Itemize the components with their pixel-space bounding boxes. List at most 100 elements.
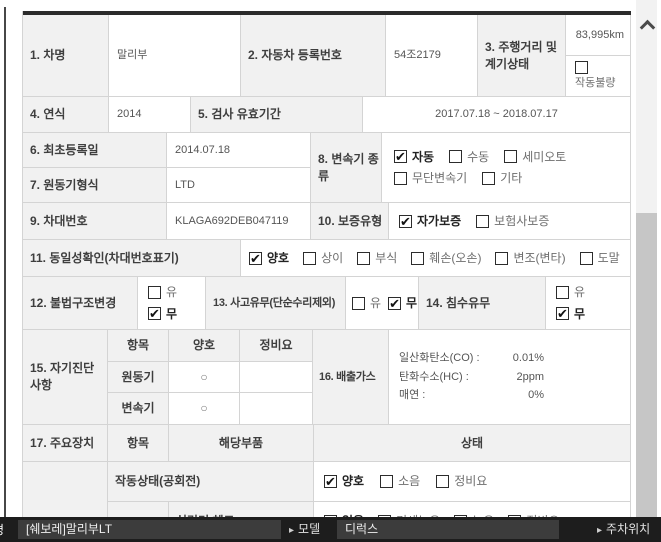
- checkbox-option[interactable]: ✔무: [148, 306, 177, 322]
- model-label[interactable]: ▸모델: [289, 520, 320, 539]
- self-diag-row-engine: 원동기: [108, 362, 169, 393]
- checkbox-unchecked-icon[interactable]: [380, 475, 393, 488]
- field-value-car-name: 말리부: [109, 15, 241, 97]
- checkbox-option[interactable]: 도말: [580, 250, 620, 266]
- parking-location-label[interactable]: ▸주차위치: [597, 520, 650, 539]
- field-label-vin: 9. 차대번호: [23, 203, 167, 240]
- checkbox-checked-icon[interactable]: ✔: [399, 215, 412, 228]
- checkbox-unchecked-icon[interactable]: [357, 252, 370, 265]
- checkbox-unchecked-icon[interactable]: [495, 252, 508, 265]
- checkbox-unchecked-icon[interactable]: [476, 215, 489, 228]
- transmission-options: ✔ 자동 수동 세미오토 무단변속기 기타: [382, 133, 631, 203]
- triangle-right-icon: ▸: [289, 525, 294, 536]
- checkbox-option[interactable]: 변조(변타): [495, 250, 565, 266]
- field-label-inspection-period: 5. 검사 유효기간: [191, 97, 363, 133]
- checkbox-option[interactable]: ✔무: [388, 295, 417, 311]
- checkbox-option[interactable]: 보험사보증: [476, 213, 549, 229]
- checkbox-checked-icon[interactable]: ✔: [388, 297, 401, 310]
- self-diag-transmission-good: ○: [169, 393, 240, 425]
- checkbox-unchecked-icon[interactable]: [504, 150, 517, 163]
- checkbox-option[interactable]: 정비요: [436, 473, 487, 489]
- illegal-mod-options: 유✔무: [138, 277, 206, 330]
- model-value-field[interactable]: 디럭스: [337, 520, 559, 539]
- self-diag-col-good: 양호: [169, 330, 240, 362]
- field-label-car-name: 1. 차명: [23, 15, 109, 97]
- checkbox-unchecked-icon[interactable]: [148, 286, 161, 299]
- checkbox-label: 보험사보증: [494, 213, 549, 229]
- checkbox-checked-icon[interactable]: ✔: [249, 252, 262, 265]
- checkbox-unchecked-icon[interactable]: [449, 150, 462, 163]
- panel-left-border: [4, 7, 6, 517]
- checkbox-label: 훼손(오손): [429, 250, 481, 266]
- checkbox-option[interactable]: ✔무: [556, 306, 585, 322]
- vehicle-name-field[interactable]: [쉐보레]말리부LT: [18, 520, 281, 539]
- checkbox-option[interactable]: ✔자가보증: [399, 213, 461, 229]
- checkbox-option[interactable]: ✔양호: [249, 250, 289, 266]
- field-value-year: 2014: [109, 97, 191, 133]
- triangle-right-icon: ▸: [597, 525, 602, 536]
- field-value-inspection-period: 2017.07.18 ~ 2018.07.17: [363, 97, 631, 133]
- transmission-options-line2: 무단변속기 기타: [382, 170, 522, 186]
- checkbox-label: 무: [166, 306, 177, 322]
- checkbox-unchecked-icon[interactable]: [303, 252, 316, 265]
- cylinder-head-options: ✔없음미세누유누유정비요: [314, 502, 631, 517]
- checkbox-option[interactable]: 부식: [357, 250, 397, 266]
- checkbox-label: 자동: [412, 149, 434, 165]
- checkbox-unchecked-icon[interactable]: [352, 297, 365, 310]
- self-diag-col-repair: 정비요: [240, 330, 313, 362]
- field-label-transmission: 8. 변속기 종류: [311, 133, 382, 203]
- checkbox-option[interactable]: ✔ 자동: [394, 149, 434, 165]
- checkbox-unchecked-icon[interactable]: [394, 172, 407, 185]
- self-diag-engine-repair: [240, 362, 313, 393]
- checkbox-checked-icon[interactable]: ✔: [394, 150, 407, 163]
- checkbox-option[interactable]: 기타: [482, 170, 522, 186]
- flood-options: 유 ✔무: [546, 277, 631, 330]
- scrollbar-thumb[interactable]: [636, 213, 657, 517]
- checkbox-unchecked-icon[interactable]: [482, 172, 495, 185]
- emission-co: 일산화탄소(CO) :0.01%: [399, 351, 544, 366]
- odometer-fault-option: 작동불량: [566, 56, 631, 97]
- checkbox-option[interactable]: 유: [148, 284, 177, 300]
- odometer-fault-checkbox[interactable]: [575, 61, 588, 74]
- bottom-toolbar: 명 [쉐보레]말리부LT ▸모델 디럭스 ▸주차위치: [0, 517, 661, 542]
- checkbox-option[interactable]: 수동: [449, 149, 489, 165]
- checkbox-checked-icon[interactable]: ✔: [556, 307, 569, 320]
- self-diag-transmission-repair: [240, 393, 313, 425]
- field-label-emissions: 16. 배출가스: [313, 330, 389, 425]
- checkbox-option[interactable]: 유: [352, 295, 381, 311]
- field-label-first-registration: 6. 최초등록일: [23, 133, 167, 168]
- field-label-mileage: 3. 주행거리 및 계기상태: [478, 15, 566, 97]
- checkbox-label: 소음: [398, 473, 420, 489]
- checkbox-option[interactable]: 세미오토: [504, 149, 566, 165]
- checkbox-option[interactable]: 소음: [380, 473, 420, 489]
- checkbox-label: 세미오토: [522, 149, 566, 165]
- checkbox-option[interactable]: 유: [556, 284, 585, 300]
- field-label-identity: 11. 동일성확인(차대번호표기): [23, 240, 241, 277]
- field-label-idle-state: 작동상태(공회전): [108, 462, 314, 502]
- checkbox-option[interactable]: 훼손(오손): [411, 250, 481, 266]
- major-devices-group-cell: [23, 462, 108, 517]
- idle-state-options: ✔양호 소음 정비요: [314, 462, 631, 502]
- checkbox-checked-icon[interactable]: ✔: [148, 307, 161, 320]
- checkbox-label: 정비요: [454, 473, 487, 489]
- warranty-options: ✔자가보증 보험사보증: [389, 203, 631, 240]
- checkbox-unchecked-icon[interactable]: [436, 475, 449, 488]
- checkbox-label: 상이: [321, 250, 343, 266]
- field-label-flood: 14. 침수유무: [419, 277, 546, 330]
- checkbox-option[interactable]: ✔양호: [324, 473, 364, 489]
- odometer-fault-label: 작동불량: [575, 76, 615, 91]
- checkbox-unchecked-icon[interactable]: [580, 252, 593, 265]
- checkbox-label: 무: [406, 295, 417, 311]
- checkbox-option[interactable]: 상이: [303, 250, 343, 266]
- self-diag-engine-good: ○: [169, 362, 240, 393]
- emission-smoke: 매연 :0%: [399, 388, 544, 403]
- field-label-self-diagnosis: 15. 자기진단 사항: [23, 330, 108, 425]
- checkbox-option[interactable]: 무단변속기: [394, 170, 467, 186]
- checkbox-label: 무단변속기: [412, 170, 467, 186]
- identity-options: ✔양호 상이 부식 훼손(오손) 변조(변타) 도말: [241, 240, 631, 277]
- checkbox-checked-icon[interactable]: ✔: [324, 475, 337, 488]
- checkbox-unchecked-icon[interactable]: [556, 286, 569, 299]
- checkbox-unchecked-icon[interactable]: [411, 252, 424, 265]
- emission-hc: 탄화수소(HC) :2ppm: [399, 370, 544, 385]
- field-label-warranty: 10. 보증유형: [311, 203, 389, 240]
